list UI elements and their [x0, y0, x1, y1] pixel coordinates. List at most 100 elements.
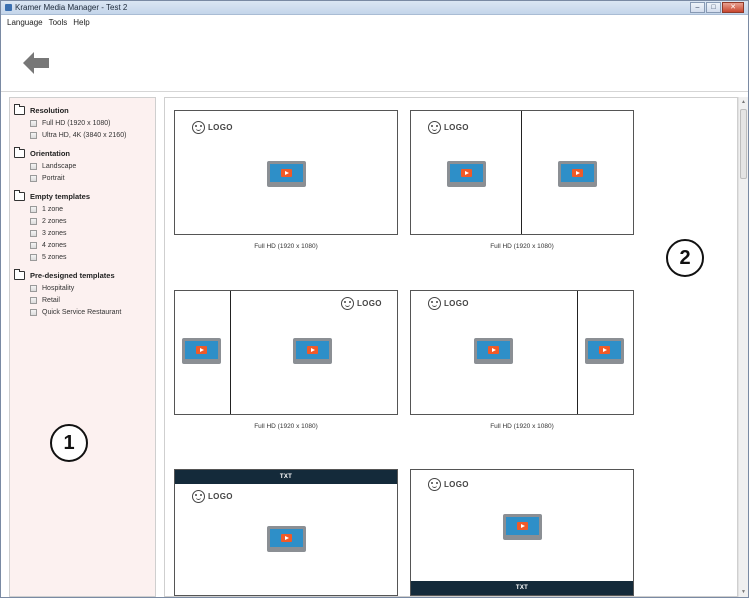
group-header[interactable]: Empty templates [14, 190, 155, 203]
smiley-icon [192, 121, 205, 134]
template-tile[interactable]: LOGO [410, 110, 634, 235]
filter-option[interactable]: 3 zones [30, 227, 155, 239]
logo-text: LOGO [444, 480, 469, 489]
filter-option[interactable]: Quick Service Restaurant [30, 306, 155, 318]
logo-text: LOGO [444, 299, 469, 308]
menu-bar: Language Tools Help [1, 16, 748, 29]
folder-icon [14, 269, 25, 280]
minimize-button[interactable]: – [690, 2, 705, 13]
template-caption: Full HD (1920 x 1080) [490, 423, 554, 430]
group-header[interactable]: Pre-designed templates [14, 269, 155, 282]
filter-sidebar: Resolution Full HD (1920 x 1080) Ultra H… [9, 97, 156, 597]
close-button[interactable]: ✕ [722, 2, 744, 13]
template-tile[interactable]: LOGO TXT [410, 469, 634, 596]
checkbox[interactable] [30, 296, 37, 304]
checkbox[interactable] [30, 162, 37, 170]
checkbox[interactable] [30, 205, 37, 213]
template-tile[interactable]: TXT LOGO [174, 469, 398, 596]
media-zone-icon [182, 338, 221, 364]
filter-option[interactable]: Retail [30, 294, 155, 306]
play-icon [488, 346, 499, 354]
media-zone-icon [293, 338, 332, 364]
filter-option[interactable]: Hospitality [30, 282, 155, 294]
checkbox[interactable] [30, 131, 37, 139]
checkbox[interactable] [30, 241, 37, 249]
filter-option[interactable]: 2 zones [30, 215, 155, 227]
group-header[interactable]: Resolution [14, 104, 155, 117]
callout-two: 2 [666, 239, 704, 277]
checkbox[interactable] [30, 217, 37, 225]
logo-placeholder: LOGO [428, 478, 469, 491]
option-label: 1 zone [42, 205, 64, 213]
play-icon [281, 169, 292, 177]
menu-help[interactable]: Help [70, 16, 92, 29]
checkbox[interactable] [30, 284, 37, 292]
text-zone-bar: TXT [411, 581, 633, 595]
filter-group-pre-designed: Pre-designed templates Hospitality Retai… [14, 269, 155, 318]
play-icon [307, 346, 318, 354]
logo-text: LOGO [357, 299, 382, 308]
filter-group-empty-templates: Empty templates 1 zone 2 zones 3 zones 4… [14, 190, 155, 263]
template-caption: Full HD (1920 x 1080) [254, 423, 318, 430]
group-label: Orientation [30, 149, 71, 158]
filter-option[interactable]: Full HD (1920 x 1080) [30, 117, 155, 129]
logo-placeholder: LOGO [192, 121, 233, 134]
media-zone-icon [447, 161, 486, 187]
option-label: 4 zones [42, 241, 67, 249]
toolbar [1, 30, 748, 92]
zone-divider [230, 291, 231, 414]
template-tile[interactable]: LOGO [174, 290, 398, 415]
title-bar[interactable]: Kramer Media Manager - Test 2 – □ ✕ [1, 1, 748, 15]
smiley-icon [192, 490, 205, 503]
filter-option[interactable]: 4 zones [30, 239, 155, 251]
logo-placeholder: LOGO [192, 490, 233, 503]
checkbox[interactable] [30, 174, 37, 182]
option-label: 3 zones [42, 229, 67, 237]
template-tile[interactable]: LOGO [174, 110, 398, 235]
option-label: 5 zones [42, 253, 67, 261]
menu-tools[interactable]: Tools [46, 16, 71, 29]
folder-icon [14, 147, 25, 158]
option-label: Hospitality [42, 284, 75, 292]
checkbox[interactable] [30, 308, 37, 316]
app-icon [5, 4, 12, 11]
back-arrow-icon [23, 52, 49, 74]
smiley-icon [428, 121, 441, 134]
zone-divider [521, 111, 522, 234]
group-label: Empty templates [30, 192, 91, 201]
template-tile[interactable]: LOGO [410, 290, 634, 415]
app-window: Kramer Media Manager - Test 2 – □ ✕ Lang… [0, 0, 749, 598]
filter-option[interactable]: Ultra HD, 4K (3840 x 2160) [30, 129, 155, 141]
filter-option[interactable]: Portrait [30, 172, 155, 184]
checkbox[interactable] [30, 253, 37, 261]
play-icon [572, 169, 583, 177]
option-label: Ultra HD, 4K (3840 x 2160) [42, 131, 127, 139]
media-zone-icon [558, 161, 597, 187]
menu-language[interactable]: Language [1, 16, 46, 29]
group-label: Resolution [30, 106, 69, 115]
smiley-icon [428, 478, 441, 491]
option-label: Quick Service Restaurant [42, 308, 122, 316]
vertical-scrollbar[interactable]: ▲ ▼ [738, 97, 748, 597]
window-title: Kramer Media Manager - Test 2 [15, 3, 128, 12]
checkbox[interactable] [30, 119, 37, 127]
text-zone-bar: TXT [175, 470, 397, 484]
scroll-up-icon[interactable]: ▲ [741, 99, 746, 105]
option-label: 2 zones [42, 217, 67, 225]
filter-option[interactable]: 5 zones [30, 251, 155, 263]
maximize-button[interactable]: □ [706, 2, 721, 13]
folder-icon [14, 190, 25, 201]
scroll-thumb[interactable] [740, 109, 747, 179]
scroll-down-icon[interactable]: ▼ [741, 589, 746, 595]
option-label: Full HD (1920 x 1080) [42, 119, 111, 127]
template-grid: LOGO Full HD (1920 x 1080) LOGO Full HD … [164, 97, 738, 597]
filter-option[interactable]: Landscape [30, 160, 155, 172]
media-zone-icon [585, 338, 624, 364]
group-header[interactable]: Orientation [14, 147, 155, 160]
media-zone-icon [267, 161, 306, 187]
filter-option[interactable]: 1 zone [30, 203, 155, 215]
play-icon [461, 169, 472, 177]
logo-placeholder: LOGO [341, 297, 382, 310]
checkbox[interactable] [30, 229, 37, 237]
back-button[interactable] [23, 52, 49, 74]
